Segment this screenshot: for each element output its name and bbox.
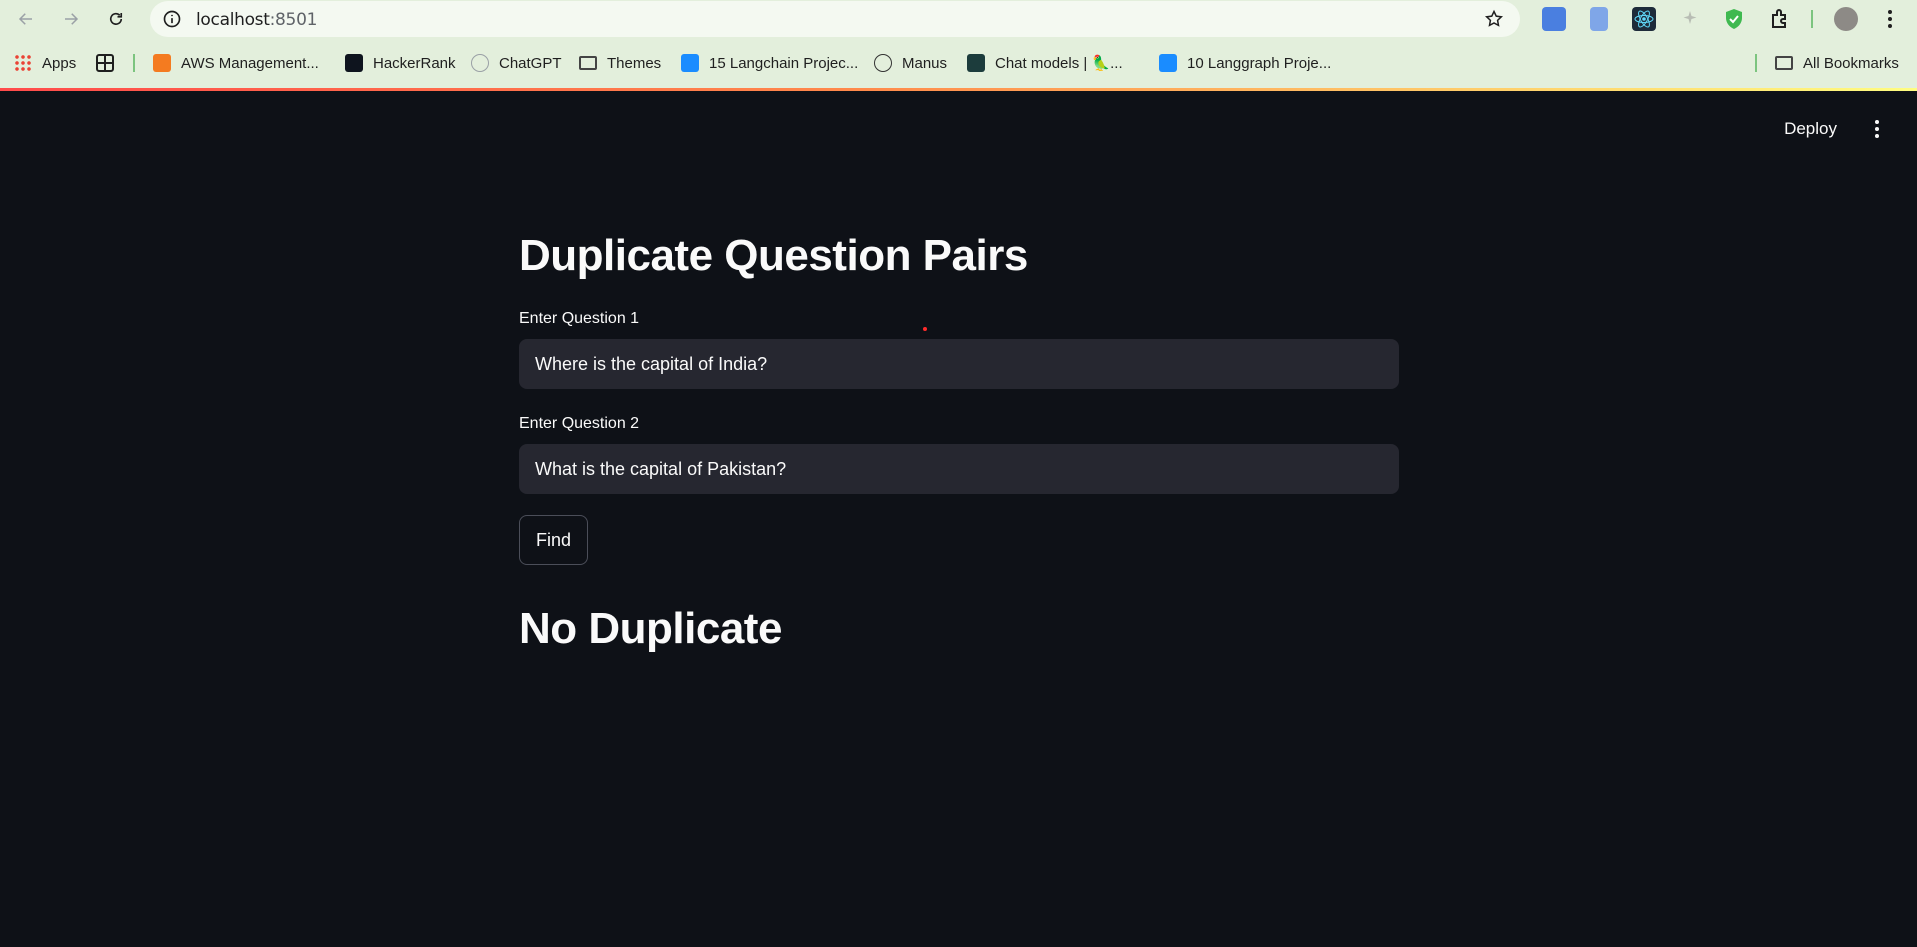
bookmark-label: Chat models | 🦜... [995,55,1123,72]
extensions-puzzle-icon[interactable] [1768,7,1792,31]
forward-arrow-icon [65,13,79,25]
address-bar[interactable]: localhost:8501 [150,1,1520,37]
bookmark-label: All Bookmarks [1803,54,1899,72]
browser-chrome: localhost:8501 Apps AWS Management... Ha… [0,0,1917,91]
bookmark-label: 10 Langgraph Proje... [1187,54,1332,72]
phone-extension-icon[interactable] [1590,7,1608,31]
bookmarks-divider [133,54,135,72]
cursor-dot [923,327,927,331]
bookmark-aws[interactable]: AWS Management... [153,52,319,74]
site-info-icon[interactable] [162,9,182,29]
bookmark-langchain-projects[interactable]: 15 Langchain Projec... [681,52,858,74]
bookmark-apps[interactable]: Apps [14,52,76,74]
browser-toolbar: localhost:8501 [0,0,1917,38]
result-heading: No Duplicate [519,604,782,653]
bookmark-label: Themes [607,54,662,72]
chatgpt-icon [471,54,489,72]
bookmark-label: Manus [902,54,948,72]
bookmark-label: ChatGPT [499,54,562,72]
forward-button[interactable] [57,5,85,33]
bookmark-chatgpt[interactable]: ChatGPT [471,52,562,74]
react-devtools-extension-icon[interactable] [1632,7,1656,31]
url-host: localhost [196,10,270,30]
shield-extension-icon[interactable] [1722,7,1746,31]
aws-icon [153,54,171,72]
chat-models-icon [967,54,985,72]
toolbar-divider [1811,10,1813,28]
reload-button[interactable] [102,5,130,33]
bookmark-langgraph-projects[interactable]: 10 Langgraph Proje... [1159,52,1331,74]
apps-grid-icon [14,54,32,72]
bookmarks-divider [1755,54,1757,72]
pp-icon [1159,54,1177,72]
pp-icon [681,54,699,72]
app-menu-icon[interactable] [1867,118,1887,140]
bookmark-chat-models[interactable]: Chat models | 🦜... [967,52,1123,74]
bookmark-themes[interactable]: Themes [579,52,661,74]
find-button[interactable]: Find [519,515,588,565]
back-arrow-icon [18,13,32,25]
streamlit-app: Deploy Duplicate Question Pairs Enter Qu… [0,91,1917,947]
sparkle-extension-icon[interactable] [1678,7,1702,31]
folder-icon [1775,56,1793,70]
bookmarks-bar: Apps AWS Management... HackerRank ChatGP… [0,46,1917,80]
reload-icon [109,12,123,25]
folder-icon [579,56,597,70]
profile-avatar[interactable] [1834,7,1858,31]
bookmark-label: HackerRank [373,54,456,72]
manus-icon [874,54,892,72]
bookmark-all-bookmarks[interactable]: All Bookmarks [1775,52,1899,74]
bookmark-label: Apps [42,54,77,72]
bookmark-manus[interactable]: Manus [874,52,947,74]
bookmark-label: 15 Langchain Projec... [709,54,859,72]
question-2-input[interactable] [519,444,1399,494]
google-translate-extension-icon[interactable] [1542,7,1566,31]
hackerrank-icon [345,54,363,72]
back-button[interactable] [12,5,40,33]
page-title: Duplicate Question Pairs [519,231,1028,280]
question-2-label: Enter Question 2 [519,415,640,432]
question-1-label: Enter Question 1 [519,310,640,327]
browser-menu-icon[interactable] [1886,9,1894,31]
deploy-button[interactable]: Deploy [1784,119,1837,139]
question-1-input[interactable] [519,339,1399,389]
url-port: :8501 [269,10,318,30]
url-text: localhost:8501 [196,10,317,30]
bookmark-label: AWS Management... [181,54,319,72]
bookmark-star-icon[interactable] [1484,9,1504,29]
grid-icon [96,54,114,72]
bookmark-grid[interactable] [96,52,114,74]
bookmark-hackerrank[interactable]: HackerRank [345,52,456,74]
